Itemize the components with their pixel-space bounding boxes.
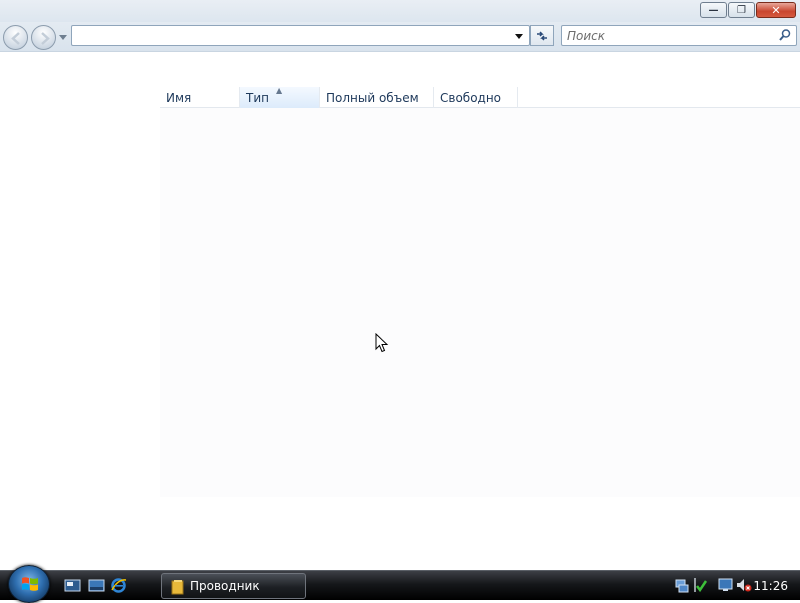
minimize-button[interactable]: — (700, 2, 727, 18)
restore-icon: ❐ (737, 4, 746, 16)
taskbar-button-explorer[interactable]: Проводник (161, 573, 306, 599)
refresh-button[interactable] (530, 25, 554, 46)
search-icon[interactable] (778, 28, 792, 42)
column-header-type[interactable]: ▲ Тип (240, 86, 320, 108)
content-area: Имя ▲ Тип Полный объем Свободно (0, 52, 800, 570)
close-icon: ✕ (771, 3, 781, 17)
clock[interactable]: 11:26 (753, 579, 788, 593)
switch-windows-icon[interactable] (88, 577, 105, 594)
address-dropdown-icon[interactable] (515, 34, 523, 39)
column-header-total-size[interactable]: Полный объем (320, 87, 434, 108)
network-status-icon[interactable] (674, 577, 690, 593)
mouse-pointer-icon (375, 333, 389, 353)
close-button[interactable]: ✕ (756, 2, 796, 18)
column-header-label: Тип (246, 90, 269, 105)
sort-ascending-icon: ▲ (276, 86, 283, 95)
column-header-label: Свободно (440, 90, 502, 105)
back-button[interactable] (3, 25, 28, 50)
column-header-label: Полный объем (326, 90, 419, 105)
column-header-free-space[interactable]: Свободно (434, 87, 518, 108)
show-desktop-icon[interactable] (64, 577, 81, 594)
display-icon[interactable] (718, 577, 734, 593)
file-list[interactable]: Имя ▲ Тип Полный объем Свободно (160, 86, 800, 497)
minimize-icon: — (708, 4, 719, 16)
column-header-row: Имя ▲ Тип Полный объем Свободно (160, 86, 800, 108)
back-arrow-icon (11, 32, 20, 45)
column-header-name[interactable]: Имя (160, 87, 240, 108)
refresh-icon (537, 30, 547, 41)
volume-muted-icon[interactable] (736, 577, 752, 593)
recent-pages-dropdown[interactable] (59, 35, 67, 40)
internet-explorer-icon[interactable] (110, 577, 127, 594)
title-bar: — ❐ ✕ (0, 0, 800, 22)
address-bar[interactable] (71, 25, 530, 46)
search-input[interactable] (567, 27, 767, 44)
system-tray: 11:26 (670, 573, 800, 599)
folder-icon (171, 580, 184, 595)
windows-logo-icon (22, 577, 38, 591)
taskbar-button-label: Проводник (190, 579, 260, 593)
window-controls: — ❐ ✕ (700, 2, 796, 18)
taskbar: Проводник 11:26 (0, 565, 800, 603)
address-input[interactable] (75, 27, 505, 44)
forward-arrow-icon (41, 32, 50, 45)
column-header-label: Имя (166, 90, 192, 105)
security-check-icon[interactable] (692, 577, 708, 593)
forward-button[interactable] (31, 25, 56, 50)
maximize-button[interactable]: ❐ (728, 2, 755, 18)
start-button[interactable] (8, 565, 50, 603)
search-box[interactable] (561, 25, 797, 46)
navigation-bar (0, 22, 800, 52)
